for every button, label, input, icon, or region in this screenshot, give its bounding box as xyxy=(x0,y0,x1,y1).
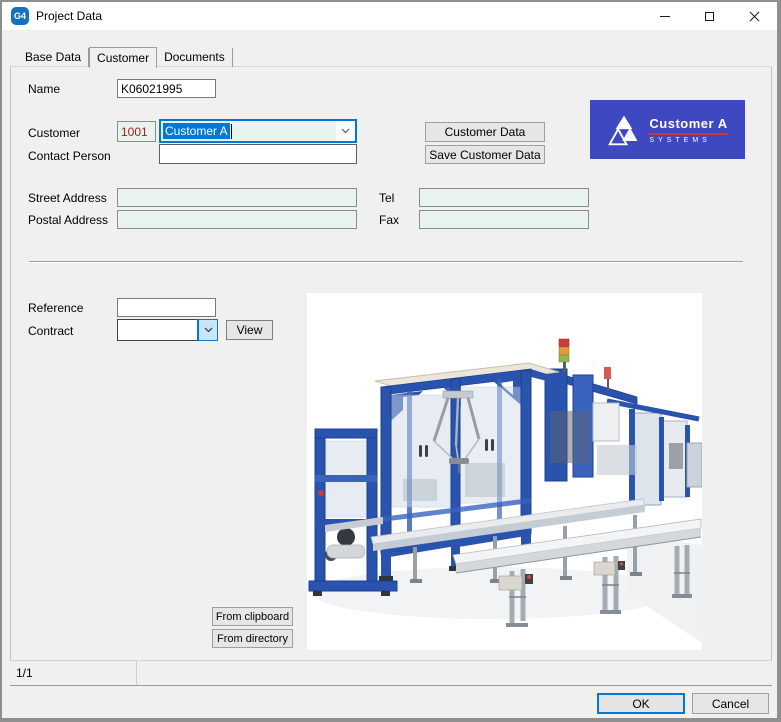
status-bar: 1/1 xyxy=(10,660,772,686)
tel-input[interactable] xyxy=(419,188,589,207)
tab-base-data[interactable]: Base Data xyxy=(18,48,89,67)
contact-person-label: Contact Person xyxy=(28,149,111,163)
tab-documents[interactable]: Documents xyxy=(157,48,233,67)
window-frame: G4 Project Data Base Data Customer Docum… xyxy=(0,0,781,722)
from-clipboard-button[interactable]: From clipboard xyxy=(212,607,293,626)
save-customer-data-button[interactable]: Save Customer Data xyxy=(425,145,545,164)
customer-label: Customer xyxy=(28,126,80,140)
name-label: Name xyxy=(28,82,60,96)
app-icon-text: G4 xyxy=(14,11,26,21)
reference-label: Reference xyxy=(28,301,83,315)
postal-address-input[interactable] xyxy=(117,210,357,229)
customer-combobox-selected-text: Customer A xyxy=(163,123,230,139)
chevron-down-icon xyxy=(341,128,350,134)
street-address-input[interactable] xyxy=(117,188,357,207)
customer-number-input[interactable] xyxy=(117,121,156,142)
maximize-icon xyxy=(705,12,714,21)
fax-input[interactable] xyxy=(419,210,589,229)
section-separator xyxy=(29,261,743,263)
customer-logo-name: Customer A xyxy=(649,116,727,131)
contract-combobox-dropdown-button[interactable] xyxy=(198,320,217,340)
ok-button[interactable]: OK xyxy=(597,693,685,714)
customer-logo: Customer A SYSTEMS xyxy=(590,100,745,159)
minimize-icon xyxy=(660,16,670,17)
contract-combobox-edit[interactable] xyxy=(118,320,198,340)
app-icon: G4 xyxy=(11,7,29,25)
contract-label: Contract xyxy=(28,324,73,338)
fax-label: Fax xyxy=(379,213,399,227)
tab-strip: Base Data Customer Documents xyxy=(18,47,233,67)
project-data-dialog: G4 Project Data Base Data Customer Docum… xyxy=(2,2,777,718)
from-directory-button[interactable]: From directory xyxy=(212,629,293,648)
minimize-button[interactable] xyxy=(642,2,687,30)
machine-photo xyxy=(307,293,702,650)
view-button[interactable]: View xyxy=(226,320,273,340)
chevron-down-icon xyxy=(204,327,213,333)
tab-customer[interactable]: Customer xyxy=(89,47,157,68)
machine-illustration xyxy=(307,293,702,650)
street-address-label: Street Address xyxy=(28,191,107,205)
customer-logo-rule xyxy=(649,133,727,135)
contract-combobox[interactable] xyxy=(117,319,218,341)
window-title: Project Data xyxy=(36,9,102,23)
postal-address-label: Postal Address xyxy=(28,213,108,227)
customer-combobox-dropdown-button[interactable] xyxy=(336,121,355,141)
reference-input[interactable] xyxy=(117,298,216,317)
customer-logo-subtitle: SYSTEMS xyxy=(649,137,727,144)
close-icon xyxy=(749,11,760,22)
name-input[interactable] xyxy=(117,79,216,98)
maximize-button[interactable] xyxy=(687,2,732,30)
contact-person-input[interactable] xyxy=(159,144,357,164)
record-counter: 1/1 xyxy=(10,661,137,685)
caption-buttons xyxy=(642,2,777,30)
customer-logo-triangles-icon xyxy=(607,114,641,146)
tel-label: Tel xyxy=(379,191,394,205)
text-caret xyxy=(231,124,232,139)
customer-combobox[interactable]: Customer A xyxy=(159,119,357,143)
customer-data-button[interactable]: Customer Data xyxy=(425,122,545,142)
close-button[interactable] xyxy=(732,2,777,30)
cancel-button[interactable]: Cancel xyxy=(692,693,769,714)
